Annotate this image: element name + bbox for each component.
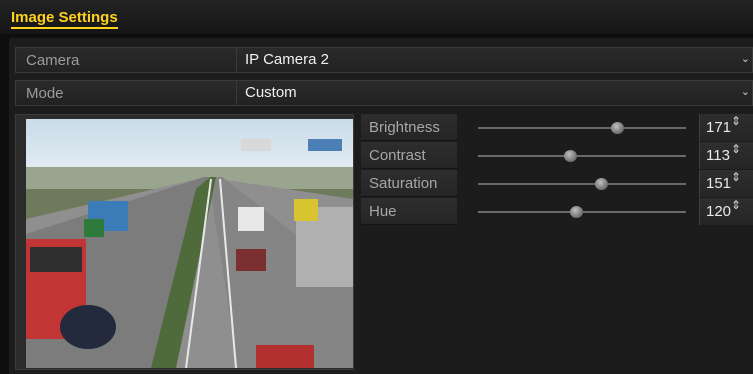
- slider-track: [478, 155, 686, 157]
- slider-thumb[interactable]: [564, 150, 578, 162]
- chevron-down-icon[interactable]: ⌄: [741, 85, 750, 98]
- camera-select[interactable]: Camera IP Camera 2 ⌄: [15, 47, 753, 73]
- divider: [236, 81, 237, 105]
- slider-track: [478, 127, 686, 129]
- adjust-row-hue: Hue 120 ⇕: [361, 198, 753, 226]
- hue-label: Hue: [361, 198, 457, 225]
- mode-value[interactable]: Custom: [245, 84, 297, 101]
- title-bar: Image Settings: [0, 0, 753, 34]
- brightness-spinner[interactable]: 171 ⇕: [699, 114, 753, 141]
- contrast-value[interactable]: 113: [706, 147, 730, 164]
- contrast-slider[interactable]: [461, 142, 695, 169]
- hue-slider[interactable]: [461, 198, 695, 225]
- spinner-updown-icon[interactable]: ⇕: [731, 114, 741, 128]
- saturation-value[interactable]: 151: [706, 175, 731, 192]
- brightness-label: Brightness: [361, 114, 457, 141]
- saturation-slider[interactable]: [461, 170, 695, 197]
- mode-select[interactable]: Mode Custom ⌄: [15, 80, 753, 106]
- chevron-down-icon[interactable]: ⌄: [741, 52, 750, 65]
- spinner-updown-icon[interactable]: ⇕: [731, 142, 741, 156]
- brightness-value[interactable]: 171: [706, 119, 731, 136]
- slider-track: [478, 183, 686, 185]
- camera-label: Camera: [26, 52, 80, 69]
- saturation-spinner[interactable]: 151 ⇕: [699, 170, 753, 197]
- spinner-updown-icon[interactable]: ⇕: [731, 170, 741, 184]
- adjust-row-contrast: Contrast 113 ⇕: [361, 142, 753, 170]
- brightness-slider[interactable]: [461, 114, 695, 141]
- camera-preview-image: [26, 119, 353, 368]
- slider-thumb[interactable]: [611, 122, 625, 134]
- window-title: Image Settings: [11, 9, 118, 29]
- saturation-label: Saturation: [361, 170, 457, 197]
- contrast-spinner[interactable]: 113 ⇕: [699, 142, 753, 169]
- camera-value[interactable]: IP Camera 2: [245, 51, 329, 68]
- slider-thumb[interactable]: [595, 178, 609, 190]
- adjust-row-saturation: Saturation 151 ⇕: [361, 170, 753, 198]
- camera-preview: [15, 114, 354, 370]
- mode-label: Mode: [26, 85, 64, 102]
- hue-spinner[interactable]: 120 ⇕: [699, 198, 753, 225]
- slider-thumb[interactable]: [569, 206, 583, 218]
- contrast-label: Contrast: [361, 142, 457, 169]
- adjust-row-brightness: Brightness 171 ⇕: [361, 114, 753, 142]
- hue-value[interactable]: 120: [706, 203, 731, 220]
- divider: [236, 48, 237, 72]
- spinner-updown-icon[interactable]: ⇕: [731, 198, 741, 212]
